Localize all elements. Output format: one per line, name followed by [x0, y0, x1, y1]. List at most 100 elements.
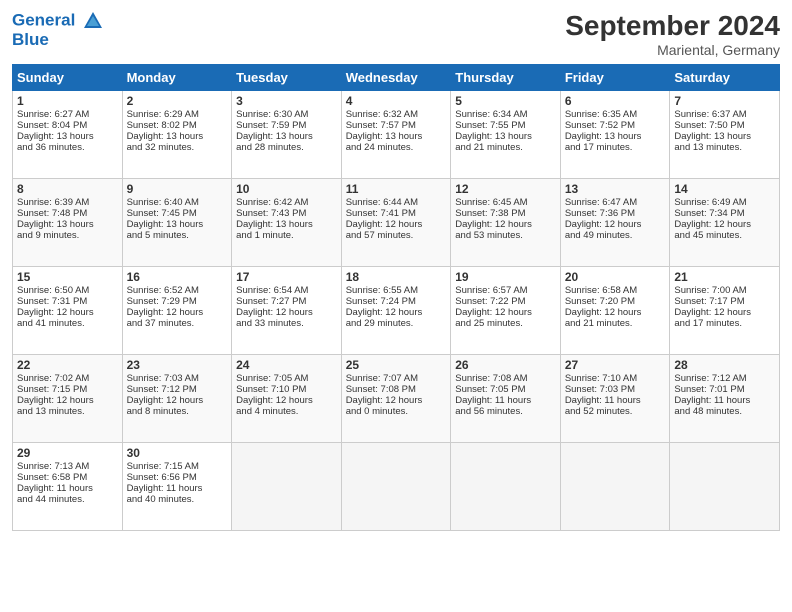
sunrise-text: Sunrise: 6:52 AM [127, 285, 199, 296]
logo: General Blue [12, 10, 104, 50]
table-cell: 28Sunrise: 7:12 AMSunset: 7:01 PMDayligh… [670, 355, 780, 443]
day-number: 4 [346, 94, 447, 108]
sunrise-text: Sunrise: 6:37 AM [674, 109, 746, 120]
sunrise-text: Sunrise: 6:50 AM [17, 285, 89, 296]
sunset-text: Sunset: 7:50 PM [674, 120, 744, 131]
logo-text: General [12, 10, 104, 32]
table-cell: 22Sunrise: 7:02 AMSunset: 7:15 PMDayligh… [13, 355, 123, 443]
sunrise-text: Sunrise: 7:05 AM [236, 373, 308, 384]
sunset-text: Sunset: 7:38 PM [455, 208, 525, 219]
daylight-text: Daylight: 13 hoursand 28 minutes. [236, 131, 313, 153]
header: General Blue September 2024 Mariental, G… [12, 10, 780, 58]
table-cell: 7Sunrise: 6:37 AMSunset: 7:50 PMDaylight… [670, 91, 780, 179]
sunrise-text: Sunrise: 6:35 AM [565, 109, 637, 120]
sunset-text: Sunset: 7:17 PM [674, 296, 744, 307]
sunrise-text: Sunrise: 7:03 AM [127, 373, 199, 384]
sunrise-text: Sunrise: 6:39 AM [17, 197, 89, 208]
sunset-text: Sunset: 7:05 PM [455, 384, 525, 395]
daylight-text: Daylight: 12 hoursand 8 minutes. [127, 395, 204, 417]
day-number: 5 [455, 94, 556, 108]
day-number: 10 [236, 182, 337, 196]
table-cell: 21Sunrise: 7:00 AMSunset: 7:17 PMDayligh… [670, 267, 780, 355]
day-number: 14 [674, 182, 775, 196]
sunset-text: Sunset: 7:08 PM [346, 384, 416, 395]
day-number: 17 [236, 270, 337, 284]
col-sunday: Sunday [13, 65, 123, 91]
day-number: 26 [455, 358, 556, 372]
daylight-text: Daylight: 13 hoursand 32 minutes. [127, 131, 204, 153]
table-cell: 27Sunrise: 7:10 AMSunset: 7:03 PMDayligh… [560, 355, 670, 443]
table-cell: 17Sunrise: 6:54 AMSunset: 7:27 PMDayligh… [232, 267, 342, 355]
table-cell: 11Sunrise: 6:44 AMSunset: 7:41 PMDayligh… [341, 179, 451, 267]
day-number: 15 [17, 270, 118, 284]
day-number: 13 [565, 182, 666, 196]
daylight-text: Daylight: 12 hoursand 37 minutes. [127, 307, 204, 329]
col-friday: Friday [560, 65, 670, 91]
table-cell: 30Sunrise: 7:15 AMSunset: 6:56 PMDayligh… [122, 443, 232, 531]
daylight-text: Daylight: 11 hoursand 44 minutes. [17, 483, 93, 505]
main-container: General Blue September 2024 Mariental, G… [0, 0, 792, 541]
sunrise-text: Sunrise: 6:40 AM [127, 197, 199, 208]
sunrise-text: Sunrise: 7:12 AM [674, 373, 746, 384]
col-monday: Monday [122, 65, 232, 91]
table-cell [341, 443, 451, 531]
day-number: 22 [17, 358, 118, 372]
daylight-text: Daylight: 12 hoursand 33 minutes. [236, 307, 313, 329]
table-cell: 9Sunrise: 6:40 AMSunset: 7:45 PMDaylight… [122, 179, 232, 267]
sunrise-text: Sunrise: 6:57 AM [455, 285, 527, 296]
sunset-text: Sunset: 7:45 PM [127, 208, 197, 219]
day-number: 23 [127, 358, 228, 372]
daylight-text: Daylight: 12 hoursand 45 minutes. [674, 219, 751, 241]
day-number: 19 [455, 270, 556, 284]
day-number: 1 [17, 94, 118, 108]
sunrise-text: Sunrise: 7:00 AM [674, 285, 746, 296]
daylight-text: Daylight: 11 hoursand 40 minutes. [127, 483, 203, 505]
sunrise-text: Sunrise: 6:45 AM [455, 197, 527, 208]
sunrise-text: Sunrise: 6:42 AM [236, 197, 308, 208]
day-number: 28 [674, 358, 775, 372]
daylight-text: Daylight: 11 hoursand 52 minutes. [565, 395, 641, 417]
sunset-text: Sunset: 7:34 PM [674, 208, 744, 219]
sunrise-text: Sunrise: 6:29 AM [127, 109, 199, 120]
sunrise-text: Sunrise: 6:55 AM [346, 285, 418, 296]
daylight-text: Daylight: 12 hoursand 41 minutes. [17, 307, 94, 329]
table-cell: 1Sunrise: 6:27 AMSunset: 8:04 PMDaylight… [13, 91, 123, 179]
table-cell: 26Sunrise: 7:08 AMSunset: 7:05 PMDayligh… [451, 355, 561, 443]
daylight-text: Daylight: 12 hoursand 21 minutes. [565, 307, 642, 329]
sunrise-text: Sunrise: 6:47 AM [565, 197, 637, 208]
table-cell: 18Sunrise: 6:55 AMSunset: 7:24 PMDayligh… [341, 267, 451, 355]
sunrise-text: Sunrise: 7:13 AM [17, 461, 89, 472]
sunset-text: Sunset: 7:43 PM [236, 208, 306, 219]
table-cell [232, 443, 342, 531]
daylight-text: Daylight: 12 hoursand 4 minutes. [236, 395, 313, 417]
day-number: 18 [346, 270, 447, 284]
header-row: Sunday Monday Tuesday Wednesday Thursday… [13, 65, 780, 91]
sunset-text: Sunset: 7:52 PM [565, 120, 635, 131]
table-cell: 20Sunrise: 6:58 AMSunset: 7:20 PMDayligh… [560, 267, 670, 355]
sunset-text: Sunset: 7:57 PM [346, 120, 416, 131]
sunset-text: Sunset: 7:12 PM [127, 384, 197, 395]
table-cell: 15Sunrise: 6:50 AMSunset: 7:31 PMDayligh… [13, 267, 123, 355]
daylight-text: Daylight: 12 hoursand 13 minutes. [17, 395, 94, 417]
logo-icon [82, 10, 104, 32]
daylight-text: Daylight: 13 hoursand 13 minutes. [674, 131, 751, 153]
col-thursday: Thursday [451, 65, 561, 91]
location: Mariental, Germany [565, 42, 780, 58]
day-number: 9 [127, 182, 228, 196]
sunrise-text: Sunrise: 7:02 AM [17, 373, 89, 384]
sunset-text: Sunset: 8:04 PM [17, 120, 87, 131]
daylight-text: Daylight: 13 hoursand 24 minutes. [346, 131, 423, 153]
table-cell [670, 443, 780, 531]
col-saturday: Saturday [670, 65, 780, 91]
calendar-table: Sunday Monday Tuesday Wednesday Thursday… [12, 64, 780, 531]
daylight-text: Daylight: 12 hoursand 49 minutes. [565, 219, 642, 241]
daylight-text: Daylight: 11 hoursand 56 minutes. [455, 395, 531, 417]
sunset-text: Sunset: 7:55 PM [455, 120, 525, 131]
day-number: 8 [17, 182, 118, 196]
title-area: September 2024 Mariental, Germany [565, 10, 780, 58]
table-cell: 4Sunrise: 6:32 AMSunset: 7:57 PMDaylight… [341, 91, 451, 179]
daylight-text: Daylight: 13 hoursand 5 minutes. [127, 219, 204, 241]
daylight-text: Daylight: 12 hoursand 0 minutes. [346, 395, 423, 417]
table-cell: 12Sunrise: 6:45 AMSunset: 7:38 PMDayligh… [451, 179, 561, 267]
daylight-text: Daylight: 13 hoursand 1 minute. [236, 219, 313, 241]
